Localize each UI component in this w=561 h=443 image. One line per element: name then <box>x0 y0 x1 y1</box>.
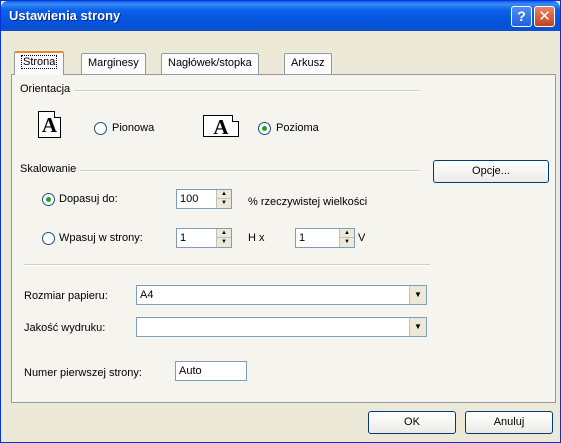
adjust-to-value: 100 <box>180 193 199 205</box>
ok-button[interactable]: OK <box>368 411 456 434</box>
fit-wide-value: 1 <box>180 232 187 244</box>
first-page-input[interactable]: Auto <box>175 361 247 381</box>
adjust-to-label: Dopasuj do: <box>59 193 118 205</box>
paper-size-label: Rozmiar papieru: <box>24 290 108 302</box>
close-button[interactable]: ✕ <box>534 6 555 27</box>
chevron-down-icon[interactable]: ▼ <box>409 318 426 336</box>
options-button[interactable]: Opcje... <box>433 160 549 183</box>
cancel-button[interactable]: Anuluj <box>465 411 553 434</box>
portrait-label: Pionowa <box>112 122 155 134</box>
tab-strona[interactable]: Strona <box>14 51 65 75</box>
page-setup-dialog: Ustawienia strony ? ✕ Strona Marginesy N… <box>0 0 561 443</box>
landscape-icon: A <box>203 115 239 138</box>
spin-down-icon[interactable]: ▼ <box>340 238 354 247</box>
portrait-icon: A <box>38 111 61 138</box>
adjust-to-radio[interactable] <box>42 193 55 206</box>
spin-up-icon[interactable]: ▲ <box>217 190 231 199</box>
fit-tall-spinner[interactable]: 1 ▲ ▼ <box>295 228 355 248</box>
scaling-group-label: Skalowanie <box>20 163 81 175</box>
chevron-down-icon[interactable]: ▼ <box>409 286 426 304</box>
print-quality-label: Jakość wydruku: <box>24 322 106 334</box>
tab-arkusz[interactable]: Arkusz <box>284 53 332 74</box>
paper-size-value: A4 <box>140 289 154 301</box>
spin-down-icon[interactable]: ▼ <box>217 199 231 208</box>
window-title: Ustawienia strony <box>9 8 121 23</box>
tab-marginesy[interactable]: Marginesy <box>81 53 146 74</box>
portrait-radio[interactable] <box>94 122 107 135</box>
paper-size-select[interactable]: A4 ▼ <box>136 285 427 305</box>
adjust-to-suffix: % rzeczywistej wielkości <box>248 196 368 208</box>
tab-naglowek-stopka[interactable]: Nagłówek/stopka <box>161 53 259 74</box>
landscape-label: Pozioma <box>276 122 319 134</box>
orientation-group-label: Orientacja <box>20 83 75 95</box>
fit-wide-suffix: H x <box>248 232 265 244</box>
fit-to-radio[interactable] <box>42 232 55 245</box>
adjust-to-spinner[interactable]: 100 ▲ ▼ <box>176 189 232 209</box>
tab-panel-strona: Orientacja A Pionowa A Pozioma Skalowani… <box>11 74 556 403</box>
fit-to-label: Wpasuj w strony: <box>59 232 143 244</box>
spin-up-icon[interactable]: ▲ <box>217 229 231 238</box>
fit-tall-suffix: V <box>358 232 366 244</box>
orientation-separator <box>20 90 420 92</box>
landscape-radio[interactable] <box>258 122 271 135</box>
title-bar[interactable]: Ustawienia strony ? ✕ <box>1 1 560 31</box>
first-page-value: Auto <box>179 365 202 377</box>
middle-separator <box>24 264 430 266</box>
print-quality-select[interactable]: ▼ <box>136 317 427 337</box>
spin-up-icon[interactable]: ▲ <box>340 229 354 238</box>
spin-down-icon[interactable]: ▼ <box>217 238 231 247</box>
fit-tall-value: 1 <box>299 232 306 244</box>
first-page-label: Numer pierwszej strony: <box>24 367 142 379</box>
fit-wide-spinner[interactable]: 1 ▲ ▼ <box>176 228 232 248</box>
help-button[interactable]: ? <box>511 6 532 27</box>
